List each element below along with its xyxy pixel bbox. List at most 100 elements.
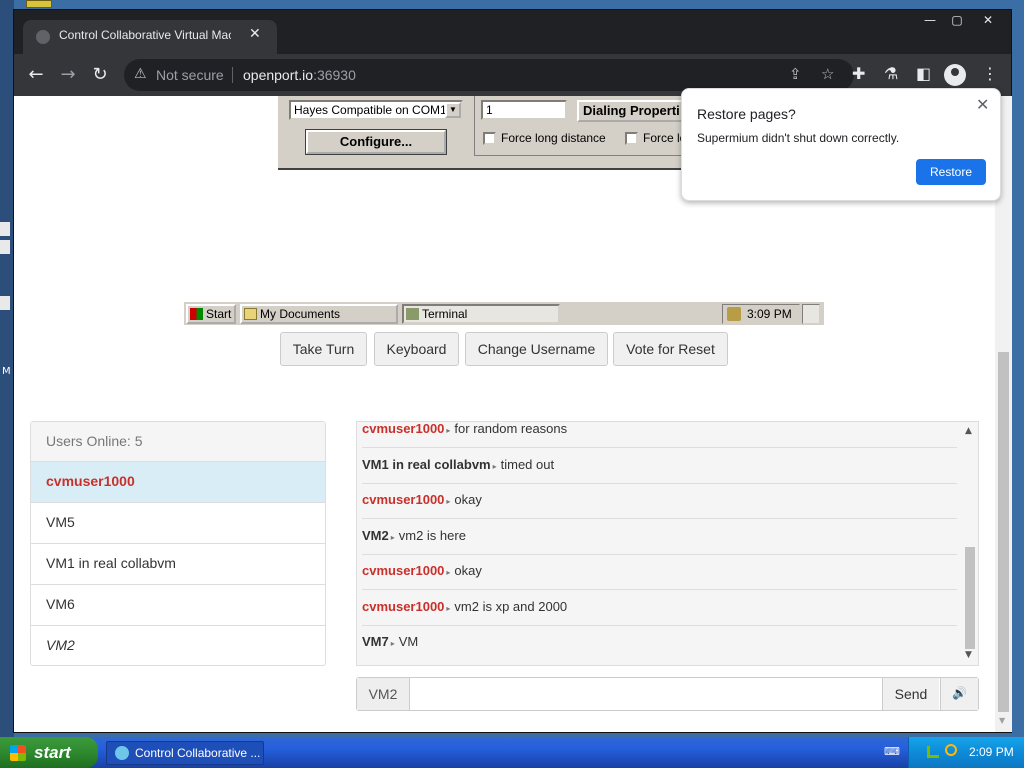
vote-reset-button[interactable]: Vote for Reset — [613, 332, 728, 366]
notepad-icon[interactable] — [802, 304, 820, 324]
modem-tray-icon[interactable] — [727, 307, 741, 321]
chat-username-addon: VM2 — [357, 678, 410, 710]
security-label[interactable]: Not secure — [156, 67, 224, 83]
search-icon[interactable] — [945, 744, 957, 756]
scroll-down-icon[interactable]: ▼ — [965, 650, 972, 660]
user-list-item[interactable]: VM1 in real collabvm — [31, 544, 325, 585]
url-text[interactable]: openport.io:36930 — [243, 67, 356, 83]
vm-clock[interactable]: 3:09 PM — [747, 307, 792, 321]
users-panel: Users Online: 5 cvmuser1000 VM5 VM1 in r… — [30, 421, 326, 666]
dialog-message: Supermium didn't shut down correctly. — [697, 131, 900, 145]
send-button[interactable]: Send — [882, 678, 939, 710]
clock[interactable]: 2:09 PM — [969, 737, 1014, 768]
sound-icon[interactable]: 🔊 — [940, 678, 978, 710]
separator — [232, 67, 233, 83]
area-code-input[interactable]: 1 — [481, 100, 567, 120]
menu-icon[interactable]: ⋮ — [982, 64, 998, 83]
scroll-up-icon[interactable]: ▲ — [965, 426, 972, 436]
desktop-icon[interactable] — [0, 296, 10, 310]
desktop-edge: M — [0, 0, 14, 737]
warning-icon[interactable]: ⚠ — [134, 66, 150, 82]
window-close-icon[interactable]: ✕ — [973, 12, 1003, 30]
minimize-icon[interactable]: — — [915, 12, 945, 30]
force-long-distance-label: Force long distance — [501, 131, 606, 145]
restore-button[interactable]: Restore — [916, 159, 986, 185]
forward-icon[interactable]: → — [56, 63, 80, 87]
page-scroll-thumb[interactable] — [998, 352, 1009, 712]
chat-username: VM1 in real collabvm — [362, 457, 491, 472]
taskbar-task-browser[interactable]: Control Collaborative ... — [106, 741, 264, 765]
dropdown-arrow-icon[interactable]: ▼ — [445, 102, 461, 118]
close-icon[interactable]: ✕ — [249, 26, 261, 42]
task-label: Control Collaborative ... — [135, 746, 261, 760]
user-list-item[interactable]: VM5 — [31, 503, 325, 544]
user-list-item[interactable]: VM6 — [31, 585, 325, 626]
dialing-properties-button[interactable]: Dialing Properti — [577, 100, 689, 122]
user-list-item[interactable]: cvmuser1000 — [31, 462, 325, 503]
windows-logo-icon — [190, 308, 203, 320]
address-bar[interactable]: ⚠ Not secure openport.io:36930 ⇪ ☆ — [124, 59, 854, 91]
force-long-distance-checkbox[interactable] — [483, 132, 496, 145]
restore-pages-dialog: Restore pages? Supermium didn't shut dow… — [681, 88, 1001, 201]
back-icon[interactable]: ← — [24, 63, 48, 87]
chat-text: okay — [454, 563, 482, 578]
bookmark-star-icon[interactable]: ☆ — [821, 65, 834, 83]
configure-button[interactable]: Configure... — [305, 129, 447, 155]
url-host: openport.io — [243, 67, 314, 83]
keyboard-icon[interactable]: ⌨ — [884, 745, 900, 759]
chat-text: vm2 is xp and 2000 — [454, 599, 568, 614]
close-icon[interactable]: ✕ — [976, 95, 989, 114]
browser-tab[interactable]: Control Collaborative Virtual Machine ✕ — [23, 20, 277, 54]
vm-taskbar: Start My Documents Terminal 3:09 PM — [184, 301, 824, 325]
chat-arrow-icon: ▸ — [446, 604, 451, 613]
change-username-button[interactable]: Change Username — [465, 332, 608, 366]
extensions-icon[interactable]: ✚ — [852, 64, 865, 83]
chat-text: okay — [454, 492, 482, 507]
url-port: :36930 — [313, 67, 356, 83]
scroll-down-icon[interactable]: ▼ — [999, 716, 1005, 725]
start-label: start — [34, 743, 71, 762]
chat-message: cvmuser1000 ▸ okay — [362, 554, 957, 590]
modem-select-value: Hayes Compatible on COM1 — [294, 103, 447, 117]
keyboard-button[interactable]: Keyboard — [374, 332, 459, 366]
chat-message: cvmuser1000 ▸ okay — [362, 483, 957, 519]
desktop-folder-icon[interactable] — [26, 0, 52, 8]
share-icon[interactable]: ⇪ — [789, 65, 802, 83]
desktop-icon[interactable] — [0, 240, 10, 254]
vm-start-button[interactable]: Start — [186, 304, 236, 324]
chat-message: VM2 ▸ vm2 is here — [362, 519, 957, 555]
take-turn-button[interactable]: Take Turn — [280, 332, 367, 366]
profile-icon[interactable] — [944, 64, 966, 86]
chat-arrow-icon: ▸ — [446, 497, 451, 506]
side-panel-icon[interactable]: ◧ — [916, 64, 931, 83]
chat-text: vm2 is here — [398, 528, 466, 543]
user-list-item[interactable]: VM2 — [31, 626, 325, 667]
desktop-icon[interactable] — [0, 222, 10, 236]
chat-message: VM1 in real collabvm ▸ timed out — [362, 448, 957, 484]
vm-task-label: My Documents — [260, 307, 341, 321]
chat-text: VM — [398, 634, 419, 649]
modem-select[interactable]: Hayes Compatible on COM1 ▼ — [289, 100, 463, 120]
vm-task-terminal[interactable]: Terminal — [402, 304, 560, 324]
chat-input-group: VM2 Send 🔊 — [356, 677, 979, 711]
network-icon[interactable] — [927, 746, 939, 758]
start-button[interactable]: start — [0, 737, 98, 768]
vm-task-my-documents[interactable]: My Documents — [240, 304, 398, 324]
chat-arrow-icon: ▸ — [492, 462, 497, 471]
chat-username: cvmuser1000 — [362, 492, 445, 507]
chat-username: VM7 — [362, 634, 389, 649]
vm-modem-dialog[interactable]: Hayes Compatible on COM1 ▼ Configure... … — [278, 96, 689, 170]
chat-text: timed out — [500, 457, 555, 472]
reload-icon[interactable]: ↻ — [88, 63, 112, 87]
chat-scrollbar[interactable]: ▲ ▼ — [961, 422, 978, 665]
chat-panel: cvmuser1000 ▸ for random reasons VM1 in re… — [356, 421, 979, 666]
maximize-icon[interactable]: ▢ — [942, 12, 972, 30]
labs-icon[interactable]: ⚗ — [884, 64, 898, 83]
dialing-group: 1 Dialing Properti Force long distance F… — [474, 96, 689, 156]
force-local-checkbox[interactable] — [625, 132, 638, 145]
chat-arrow-icon: ▸ — [390, 533, 395, 542]
host-taskbar: start Control Collaborative ... ⌨ 2:09 P… — [0, 737, 1024, 768]
scroll-thumb[interactable] — [965, 547, 975, 649]
chat-input[interactable] — [411, 678, 881, 710]
system-tray: 2:09 PM — [908, 737, 1024, 768]
